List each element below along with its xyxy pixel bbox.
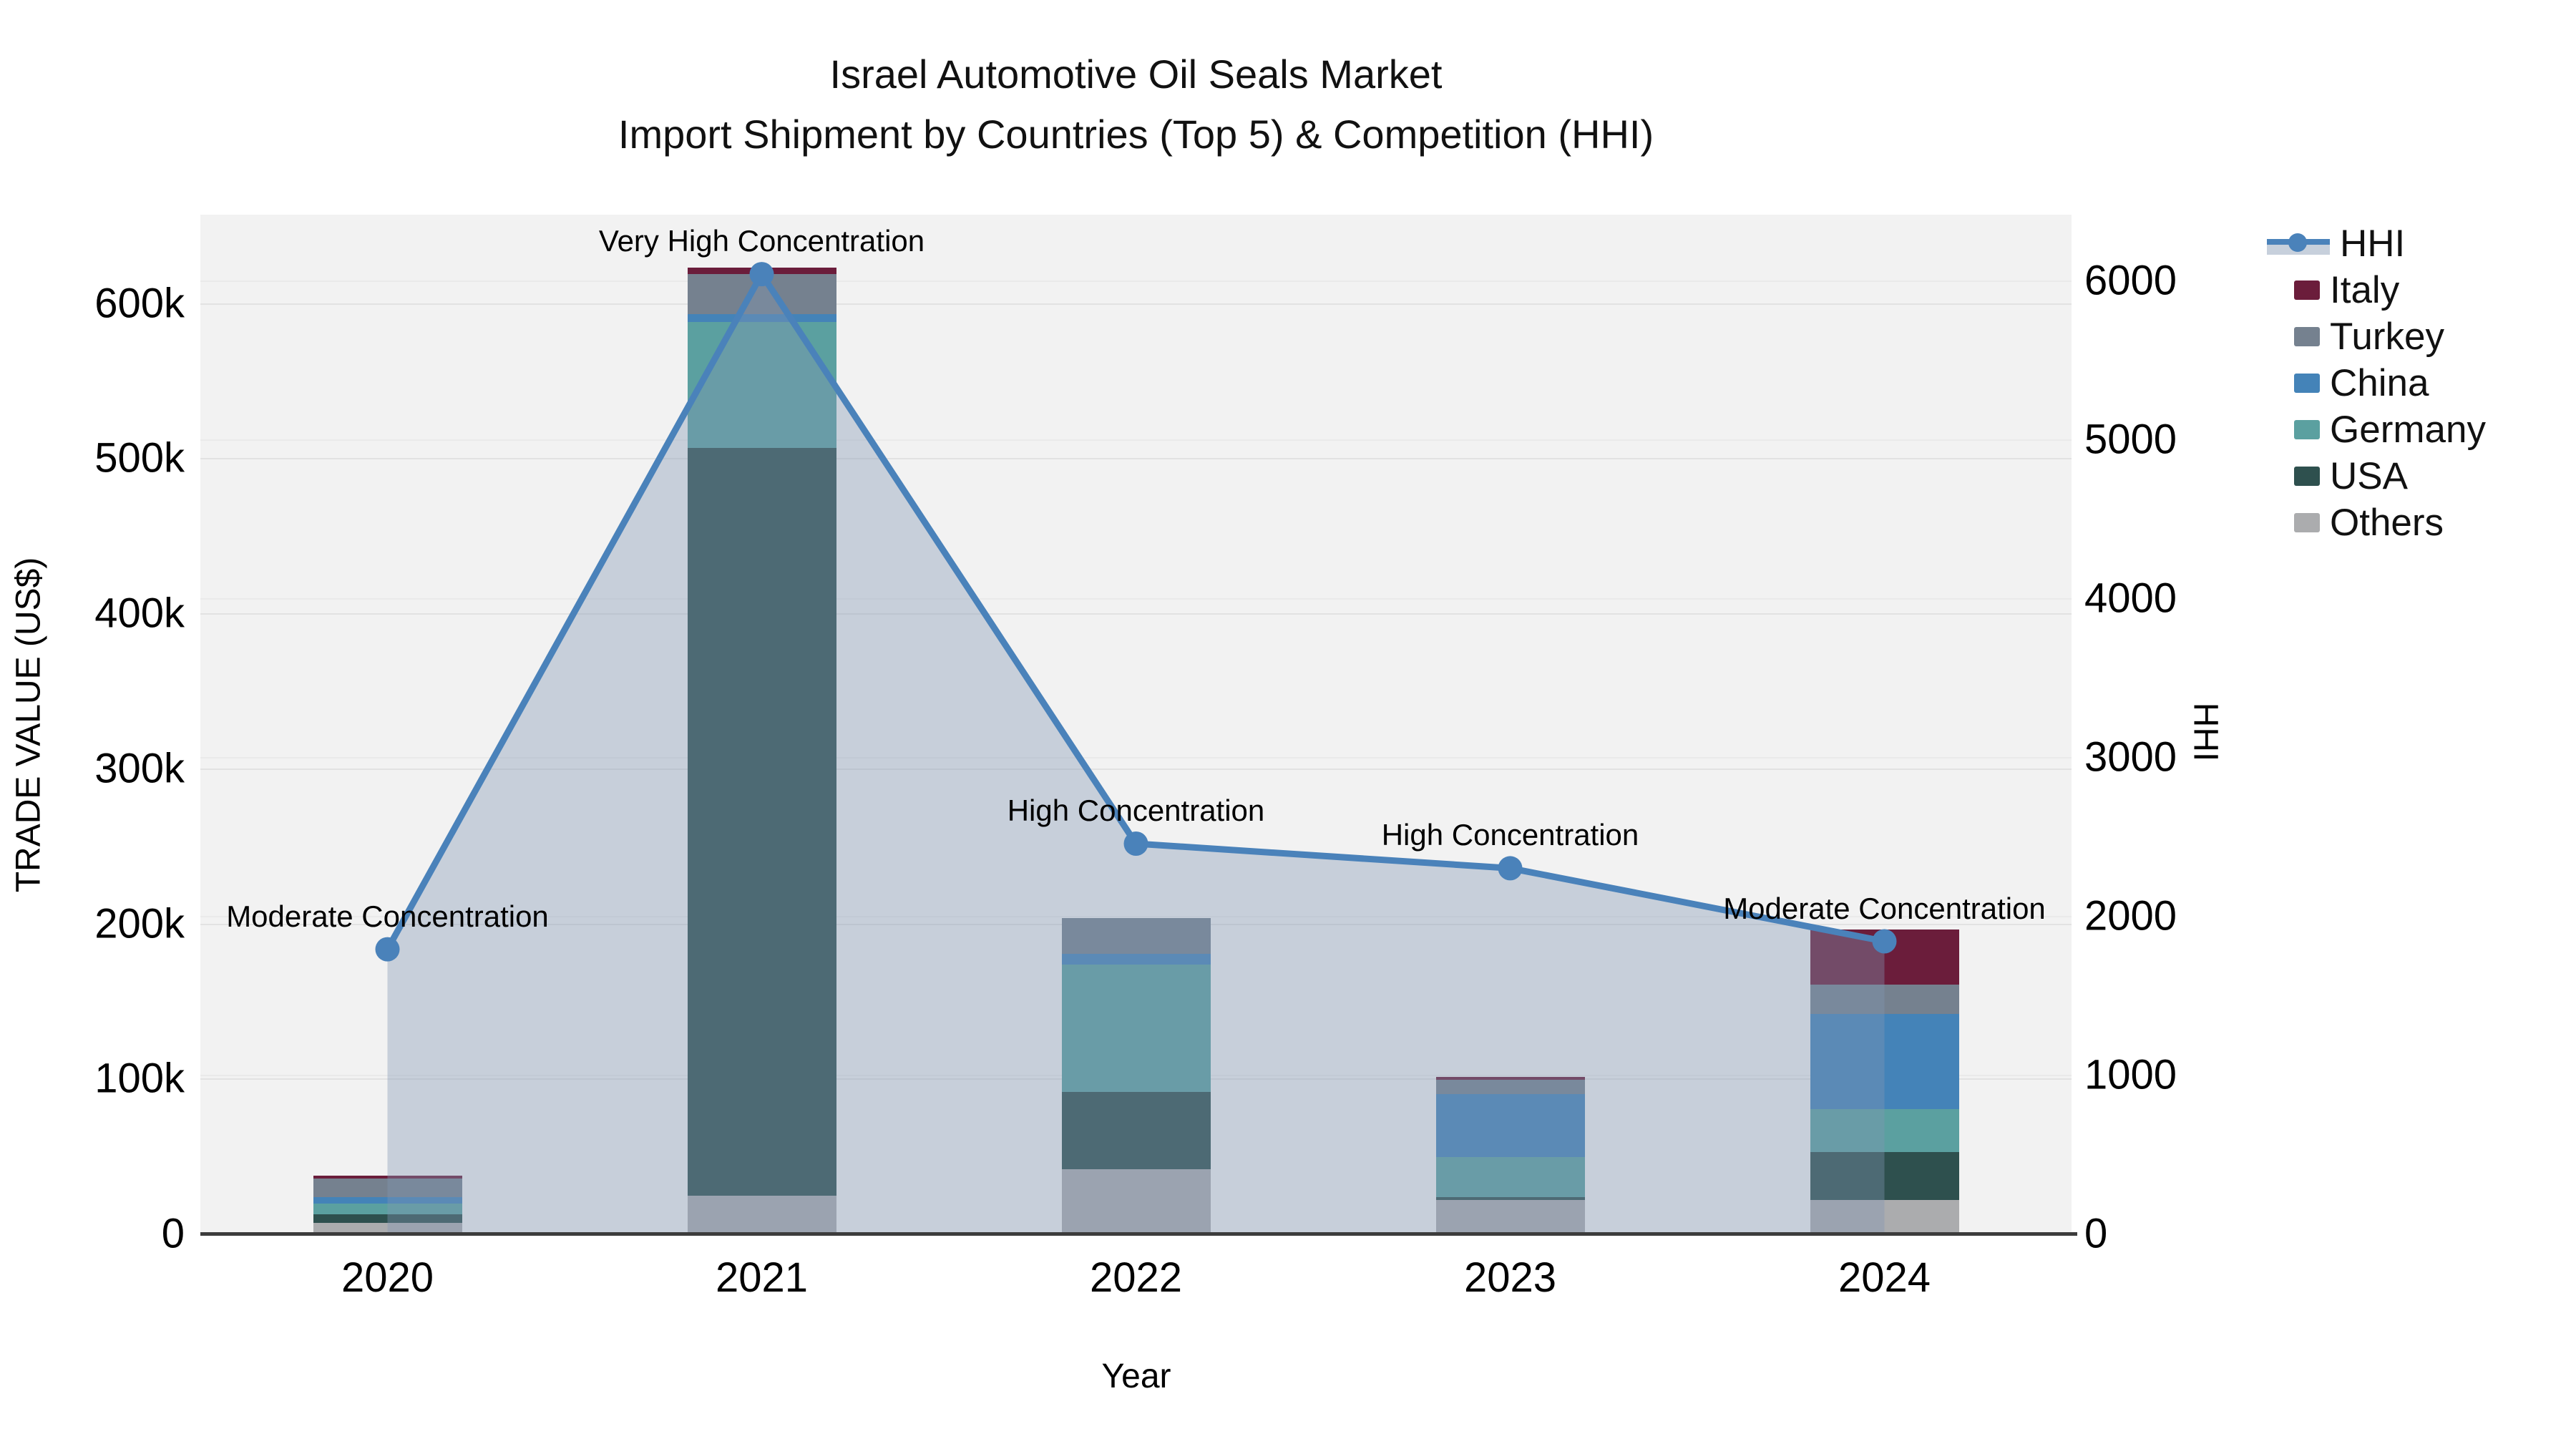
annotation-2020: Moderate Concentration bbox=[226, 899, 549, 933]
left-tick-600k: 600k bbox=[94, 280, 185, 326]
legend-item-usa[interactable]: USA bbox=[2267, 453, 2486, 499]
hhi-marker-2024 bbox=[1872, 929, 1897, 954]
annotation-2022: High Concentration bbox=[1007, 793, 1265, 827]
chart-title-line1: Israel Automotive Oil Seals Market bbox=[829, 52, 1443, 97]
legend-label-hhi: HHI bbox=[2340, 223, 2406, 265]
legend-item-turkey[interactable]: Turkey bbox=[2267, 313, 2486, 360]
left-tick-300k: 300k bbox=[94, 745, 185, 792]
x-tick-2024: 2024 bbox=[1838, 1254, 1931, 1301]
right-tick-4000: 4000 bbox=[2084, 575, 2177, 622]
x-tick-2020: 2020 bbox=[341, 1254, 434, 1301]
x-axis-line bbox=[200, 1232, 2077, 1236]
right-tick-0: 0 bbox=[2084, 1210, 2108, 1257]
germany-swatch-icon bbox=[2294, 420, 2320, 439]
legend-label-others: Others bbox=[2330, 502, 2444, 544]
right-tick-6000: 6000 bbox=[2084, 257, 2177, 304]
legend-label-italy: Italy bbox=[2330, 269, 2400, 311]
left-tick-0: 0 bbox=[161, 1210, 185, 1257]
chart-title: Israel Automotive Oil Seals Market Impor… bbox=[200, 44, 2072, 165]
left-tick-400k: 400k bbox=[94, 590, 185, 637]
chart-container: Israel Automotive Oil Seals Market Impor… bbox=[0, 0, 2576, 1449]
x-axis-title: Year bbox=[1101, 1357, 1171, 1395]
x-tick-2021: 2021 bbox=[715, 1254, 809, 1301]
legend-item-others[interactable]: Others bbox=[2267, 499, 2486, 546]
annotation-2024: Moderate Concentration bbox=[1723, 891, 2046, 925]
legend-label-turkey: Turkey bbox=[2330, 316, 2445, 358]
x-tick-2023: 2023 bbox=[1463, 1254, 1557, 1301]
hhi-marker-2023 bbox=[1498, 856, 1523, 881]
annotation-2021: Very High Concentration bbox=[598, 224, 925, 258]
hhi-marker-2021 bbox=[749, 262, 774, 287]
right-tick-5000: 5000 bbox=[2084, 416, 2177, 463]
right-tick-3000: 3000 bbox=[2084, 733, 2177, 781]
hhi-legend-dot bbox=[2288, 233, 2307, 252]
annotation-2023: High Concentration bbox=[1381, 818, 1639, 852]
legend-label-germany: Germany bbox=[2330, 409, 2486, 451]
left-tick-200k: 200k bbox=[94, 900, 185, 947]
hhi-legend-icon bbox=[2267, 233, 2330, 255]
legend: HHI Italy Turkey China Germany USA Others bbox=[2267, 220, 2486, 546]
usa-swatch-icon bbox=[2294, 467, 2320, 486]
hhi-marker-2022 bbox=[1123, 831, 1148, 856]
legend-item-germany[interactable]: Germany bbox=[2267, 406, 2486, 453]
italy-swatch-icon bbox=[2294, 280, 2320, 300]
legend-item-china[interactable]: China bbox=[2267, 360, 2486, 406]
turkey-swatch-icon bbox=[2294, 327, 2320, 346]
plot-area: Moderate Concentration Very High Concentr… bbox=[200, 215, 2072, 1234]
legend-label-china: China bbox=[2330, 362, 2429, 404]
left-tick-100k: 100k bbox=[94, 1055, 185, 1102]
legend-item-hhi[interactable]: HHI bbox=[2267, 220, 2486, 267]
right-tick-1000: 1000 bbox=[2084, 1051, 2177, 1098]
chart-title-line2: Import Shipment by Countries (Top 5) & C… bbox=[618, 112, 1654, 157]
others-swatch-icon bbox=[2294, 513, 2320, 532]
legend-item-italy[interactable]: Italy bbox=[2267, 267, 2486, 313]
hhi-area-fill bbox=[387, 274, 1885, 1234]
hhi-line-layer bbox=[375, 262, 1897, 1234]
china-swatch-icon bbox=[2294, 374, 2320, 393]
left-tick-500k: 500k bbox=[94, 434, 185, 482]
legend-label-usa: USA bbox=[2330, 455, 2408, 497]
x-tick-2022: 2022 bbox=[1089, 1254, 1183, 1301]
hhi-marker-2020 bbox=[375, 937, 400, 962]
right-tick-2000: 2000 bbox=[2084, 892, 2177, 940]
right-axis-title: HHI bbox=[2186, 702, 2225, 762]
